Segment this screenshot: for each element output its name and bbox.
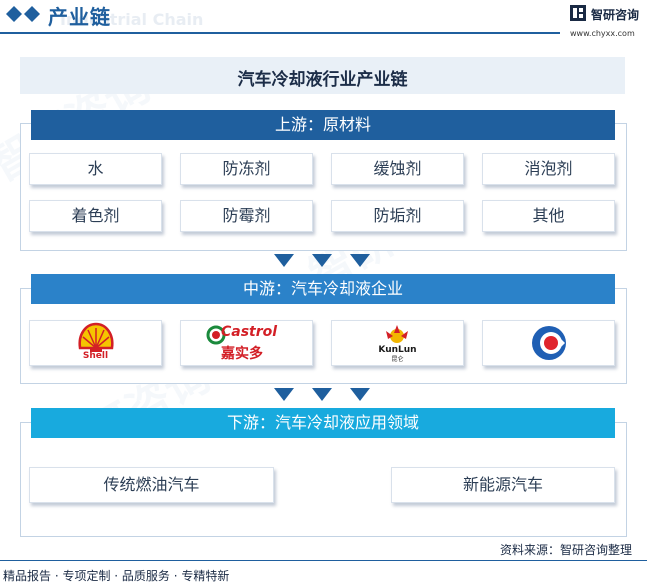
downstream-item: 传统燃油汽车 xyxy=(29,467,274,503)
upstream-item: 防垢剂 xyxy=(331,200,464,232)
flow-arrows-down xyxy=(274,388,370,401)
upstream-item: 防霉剂 xyxy=(180,200,313,232)
upstream-item: 着色剂 xyxy=(29,200,162,232)
upstream-item: 消泡剂 xyxy=(482,153,615,185)
brand-name: 智研咨询 xyxy=(591,8,640,22)
flow-arrows-down xyxy=(274,254,370,267)
upstream-header: 上游：原材料 xyxy=(31,110,615,140)
footer-divider xyxy=(0,560,647,561)
company-card-kunlun: KunLun 昆仑 xyxy=(331,320,464,366)
company-card-sinopec xyxy=(482,320,615,366)
upstream-item-label: 缓蚀剂 xyxy=(373,159,422,178)
footer-slogan: 精品报告 · 专项定制 · 品质服务 · 专精特新 xyxy=(3,569,230,583)
midstream-header: 中游：汽车冷却液企业 xyxy=(31,274,615,304)
upstream-item-label: 防霉剂 xyxy=(222,206,271,225)
downstream-item-label: 传统燃油汽车 xyxy=(103,475,200,494)
castrol-caption: Castrol xyxy=(221,324,278,340)
downstream-item-label: 新能源汽车 xyxy=(462,475,543,494)
upstream-item: 防冻剂 xyxy=(180,153,313,185)
upstream-item-label: 着色剂 xyxy=(71,206,120,225)
header-divider xyxy=(0,32,560,34)
kunlun-chinese-name: 昆仑 xyxy=(391,356,404,363)
header: Industrial Chain 产业链 智研咨询 www.chyxx.com xyxy=(0,0,647,44)
upstream-item-label: 防冻剂 xyxy=(222,159,271,178)
downstream-header: 下游：汽车冷却液应用领域 xyxy=(31,408,615,438)
downstream-item: 新能源汽车 xyxy=(391,467,615,503)
diamond-icons xyxy=(6,6,40,22)
upstream-item: 缓蚀剂 xyxy=(331,153,464,185)
kunlun-logo xyxy=(386,325,408,343)
brand-url: www.chyxx.com xyxy=(570,29,635,38)
upstream-item: 水 xyxy=(29,153,162,185)
brand-mark-icon xyxy=(570,5,586,21)
diagram-title: 汽车冷却液行业产业链 xyxy=(237,70,408,90)
upstream-item-label: 水 xyxy=(87,159,104,178)
company-card-castrol: Castrol 嘉实多 xyxy=(180,320,313,366)
company-card-shell: Shell xyxy=(29,320,162,366)
shell-caption: Shell xyxy=(82,351,109,361)
upstream-item: 其他 xyxy=(482,200,615,232)
upstream-item-label: 其他 xyxy=(532,206,565,225)
upstream-item-label: 防垢剂 xyxy=(373,206,422,225)
upstream-item-label: 消泡剂 xyxy=(524,159,573,178)
diagram-title-bar: 汽车冷却液行业产业链 xyxy=(20,57,625,94)
source-note: 资料来源：智研咨询整理 xyxy=(500,543,633,557)
page-title: 产业链 xyxy=(48,5,111,29)
castrol-chinese-name: 嘉实多 xyxy=(221,346,263,362)
sinopec-logo xyxy=(532,326,566,360)
